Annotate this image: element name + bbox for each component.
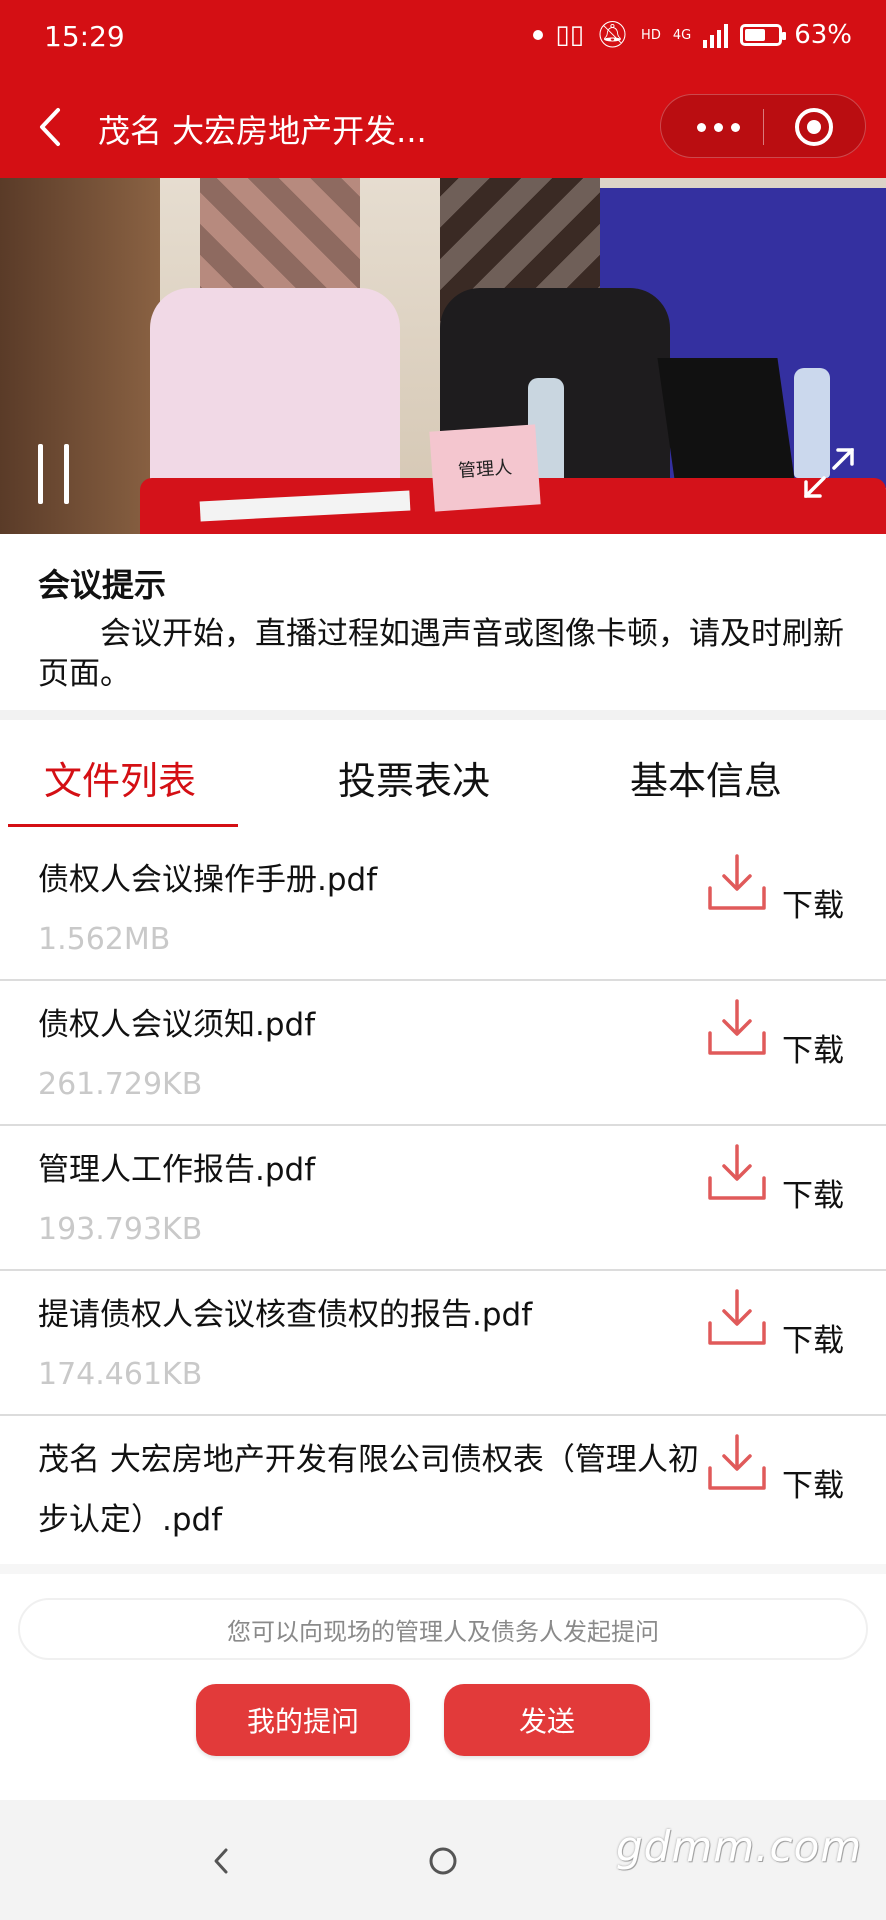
list-item: 管理人工作报告.pdf 193.793KB 下载 [0, 1126, 886, 1271]
download-button[interactable]: 下载 [782, 1025, 844, 1070]
video-background [0, 178, 160, 534]
file-list: 债权人会议操作手册.pdf 1.562MB 下载 债权人会议须知.pdf 261… [0, 836, 886, 1548]
page-title: 茂名 大宏房地产开发... [98, 112, 427, 150]
meeting-notice: 会议提示 会议开始，直播过程如遇声音或图像卡顿，请及时刷新页面。 [0, 534, 886, 710]
notice-title: 会议提示 [38, 566, 167, 604]
system-back-icon[interactable] [196, 1836, 246, 1886]
top-bar: 15:29 ▯▯ 🔕︎ HD 4G 63% 茂名 大宏房地产开发... [0, 0, 886, 178]
download-button[interactable]: 下载 [782, 880, 844, 925]
download-icon[interactable] [706, 997, 768, 1059]
file-size: 1.562MB [38, 922, 171, 957]
status-icons: ▯▯ 🔕︎ HD 4G 63% [533, 20, 852, 50]
tab-basic-info[interactable]: 基本信息 [630, 750, 782, 805]
file-name: 茂名 大宏房地产开发有限公司债权表（管理人初步认定）.pdf [38, 1442, 699, 1538]
my-questions-button[interactable]: 我的提问 [196, 1684, 410, 1756]
site-watermark: gdmm.com [616, 1822, 863, 1871]
list-item: 提请债权人会议核查债权的报告.pdf 174.461KB 下载 [0, 1271, 886, 1416]
list-item: 债权人会议须知.pdf 261.729KB 下载 [0, 981, 886, 1126]
system-navigation-bar: gdmm.com [0, 1800, 886, 1920]
tab-bar: 文件列表 投票表决 基本信息 [0, 740, 886, 827]
dolby-icon: ▯▯ [555, 20, 585, 50]
file-name: 债权人会议须知.pdf [38, 1007, 316, 1043]
network-label: 4G [672, 27, 692, 43]
capsule-divider [763, 109, 764, 145]
miniprogram-capsule [660, 94, 866, 158]
download-button[interactable]: 下载 [782, 1170, 844, 1215]
battery-percent: 63% [794, 20, 852, 50]
download-icon[interactable] [706, 1432, 768, 1494]
file-size: 174.461KB [38, 1357, 203, 1392]
file-name: 管理人工作报告.pdf [38, 1152, 316, 1188]
file-name: 债权人会议操作手册.pdf [38, 862, 378, 898]
section-divider [0, 710, 886, 720]
signal-icon [703, 22, 729, 48]
question-input[interactable]: 您可以向现场的管理人及债务人发起提问 [18, 1598, 868, 1660]
target-circle-icon[interactable] [795, 108, 833, 146]
system-home-icon[interactable] [418, 1836, 468, 1886]
list-item: 债权人会议操作手册.pdf 1.562MB 下载 [0, 836, 886, 981]
file-size: 193.793KB [38, 1212, 203, 1247]
pause-icon[interactable] [34, 444, 78, 504]
chevron-left-icon[interactable] [30, 102, 70, 152]
more-dots-icon[interactable] [697, 123, 740, 132]
download-button[interactable]: 下载 [782, 1315, 844, 1360]
tab-voting[interactable]: 投票表决 [338, 750, 490, 805]
download-button[interactable]: 下载 [782, 1460, 844, 1505]
status-bar: 15:29 ▯▯ 🔕︎ HD 4G 63% [0, 0, 886, 80]
active-tab-indicator [8, 824, 238, 827]
file-size: 261.729KB [38, 1067, 203, 1102]
battery-icon [740, 24, 787, 46]
nameplate: 管理人 [429, 424, 541, 512]
navigation-bar: 茂名 大宏房地产开发... [0, 80, 886, 178]
notification-dot-icon [533, 30, 544, 40]
status-time: 15:29 [44, 20, 125, 53]
download-icon[interactable] [706, 1142, 768, 1204]
tab-file-list[interactable]: 文件列表 [44, 750, 196, 805]
send-button[interactable]: 发送 [444, 1684, 650, 1756]
file-name: 提请债权人会议核查债权的报告.pdf [38, 1297, 533, 1333]
fullscreen-icon[interactable] [800, 444, 858, 502]
list-item: 茂名 大宏房地产开发有限公司债权表（管理人初步认定）.pdf 下载 [0, 1416, 886, 1548]
hd-label: HD [641, 27, 661, 43]
download-icon[interactable] [706, 852, 768, 914]
app-page: 15:29 ▯▯ 🔕︎ HD 4G 63% 茂名 大宏房地产开发... 管理人 … [0, 0, 886, 1920]
question-panel: 您可以向现场的管理人及债务人发起提问 我的提问 发送 [0, 1564, 886, 1800]
bell-muted-icon: 🔕︎ [596, 20, 630, 50]
battery-fill [745, 29, 766, 41]
notice-body: 会议开始，直播过程如遇声音或图像卡顿，请及时刷新页面。 [38, 616, 844, 692]
live-video-player[interactable]: 管理人 [0, 178, 886, 534]
download-icon[interactable] [706, 1287, 768, 1349]
